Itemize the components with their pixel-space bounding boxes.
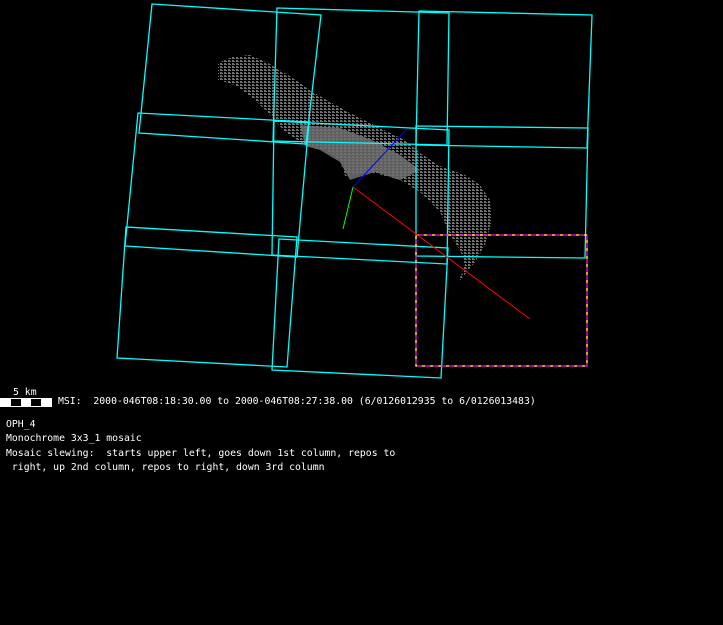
asteroid-shape-model	[218, 55, 492, 283]
axis-y	[342, 186, 354, 230]
scale-bar	[0, 398, 52, 407]
mosaic-view	[116, 3, 593, 379]
mosaic-frames	[116, 3, 593, 379]
mosaic-description: Monochrome 3x3_1 mosaic	[6, 433, 142, 444]
slewing-description-1: Mosaic slewing: starts upper left, goes …	[6, 448, 396, 459]
frame-2	[124, 112, 310, 258]
slewing-description-2: right, up 2nd column, repos to right, do…	[6, 462, 325, 473]
frame-3	[116, 226, 298, 368]
msi-time-range: MSI: 2000-046T08:18:30.00 to 2000-046T08…	[58, 396, 536, 407]
observation-name: OPH_4	[6, 419, 36, 430]
highlighted-frame	[415, 234, 588, 367]
